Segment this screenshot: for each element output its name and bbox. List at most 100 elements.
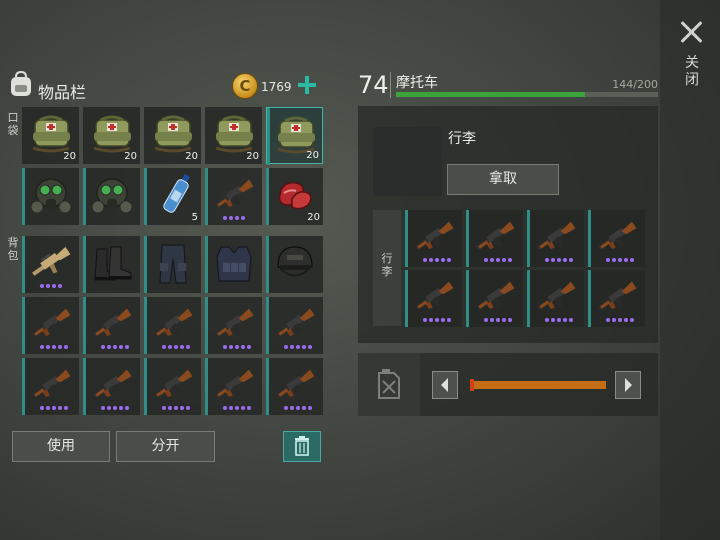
rarity-dots — [162, 345, 196, 350]
rarity-dot — [606, 318, 610, 322]
rarity-dot — [490, 318, 494, 322]
backpack-slot[interactable] — [83, 358, 140, 415]
rarity-dots — [101, 345, 135, 350]
backpack-slot[interactable] — [205, 236, 262, 293]
rarity-dot — [229, 216, 233, 220]
item-quantity: 20 — [307, 212, 320, 223]
rarity-dot — [545, 318, 549, 322]
luggage-slot[interactable] — [527, 210, 584, 267]
take-button[interactable]: 拿取 — [447, 164, 559, 195]
rarity-dot — [606, 258, 610, 262]
rarity-dot — [284, 406, 288, 410]
rarity-dot — [618, 258, 622, 262]
rarity-dot — [441, 318, 445, 322]
pocket-slot[interactable]: 20 — [205, 107, 262, 164]
rarity-dot — [508, 318, 512, 322]
rarity-dot — [235, 216, 239, 220]
rarity-dot — [223, 216, 227, 220]
add-coins-button[interactable] — [296, 74, 318, 96]
slot-rarity-bar — [22, 358, 25, 415]
rarity-dot — [235, 406, 239, 410]
pocket-slot[interactable]: 5 — [144, 168, 201, 225]
pocket-slot[interactable]: 20 — [83, 107, 140, 164]
rarity-dots — [223, 406, 257, 411]
luggage-title: 行李 — [448, 131, 476, 147]
trash-button[interactable] — [283, 431, 321, 462]
pocket-slot[interactable] — [205, 168, 262, 225]
slot-rarity-bar — [527, 270, 530, 327]
luggage-slot[interactable] — [588, 210, 645, 267]
split-button[interactable]: 分开 — [116, 431, 215, 462]
backpack-slot[interactable] — [22, 236, 79, 293]
rarity-dots — [40, 345, 74, 350]
pocket-slot[interactable]: 20 — [266, 168, 323, 225]
rarity-dot — [630, 258, 634, 262]
rarity-dot — [40, 406, 44, 410]
luggage-slot[interactable] — [466, 210, 523, 267]
vehicle-thumbnail — [373, 127, 442, 196]
rarity-dot — [496, 318, 500, 322]
backpack-slot[interactable] — [205, 297, 262, 354]
rarity-dots — [162, 406, 196, 411]
rarity-dot — [484, 258, 488, 262]
luggage-slot[interactable] — [466, 270, 523, 327]
luggage-slot[interactable] — [405, 270, 462, 327]
slot-rarity-bar — [205, 168, 208, 225]
backpack-label: 背包 — [7, 236, 19, 262]
slot-rarity-bar — [466, 270, 469, 327]
backpack-slot[interactable] — [83, 236, 140, 293]
rarity-dots — [484, 318, 518, 323]
rarity-dot — [101, 406, 105, 410]
fuel-decrease-button[interactable] — [432, 371, 458, 399]
backpack-slot[interactable] — [22, 358, 79, 415]
slot-rarity-bar — [22, 236, 25, 293]
rarity-dot — [508, 258, 512, 262]
fuel-increase-button[interactable] — [615, 371, 641, 399]
item-quantity: 20 — [185, 151, 198, 162]
rarity-dot — [247, 406, 251, 410]
backpack-slot[interactable] — [144, 297, 201, 354]
close-label[interactable]: 关闭 — [683, 55, 701, 89]
slot-rarity-bar — [527, 210, 530, 267]
rarity-dots — [545, 318, 579, 323]
jerrycan-icon — [378, 369, 400, 399]
backpack-slot[interactable] — [266, 358, 323, 415]
fuel-bar-handle[interactable] — [470, 379, 474, 391]
luggage-slot[interactable] — [527, 270, 584, 327]
pocket-slot[interactable]: 20 — [144, 107, 201, 164]
rarity-dot — [618, 318, 622, 322]
close-icon[interactable] — [678, 18, 706, 46]
pocket-slot[interactable]: 20 — [266, 107, 323, 165]
backpack-slot[interactable] — [205, 358, 262, 415]
rarity-dot — [168, 406, 172, 410]
rarity-dot — [563, 318, 567, 322]
rarity-dot — [290, 406, 294, 410]
slot-rarity-bar — [588, 210, 591, 267]
rarity-dot — [563, 258, 567, 262]
rarity-dot — [551, 318, 555, 322]
backpack-slot[interactable] — [144, 236, 201, 293]
pocket-slot[interactable] — [22, 168, 79, 225]
use-button[interactable]: 使用 — [12, 431, 110, 462]
fuel-bar[interactable] — [470, 381, 606, 389]
rarity-dot — [40, 284, 44, 288]
pocket-slot[interactable] — [83, 168, 140, 225]
rarity-dot — [496, 258, 500, 262]
rarity-dot — [612, 318, 616, 322]
luggage-slot[interactable] — [588, 270, 645, 327]
slot-rarity-bar — [205, 236, 208, 293]
backpack-slot[interactable] — [22, 297, 79, 354]
rarity-dot — [46, 406, 50, 410]
backpack-slot[interactable] — [83, 297, 140, 354]
rarity-dot — [223, 406, 227, 410]
slot-rarity-bar — [144, 168, 147, 225]
luggage-slot[interactable] — [405, 210, 462, 267]
rarity-dot — [630, 318, 634, 322]
backpack-slot[interactable] — [266, 297, 323, 354]
item-quantity: 5 — [191, 212, 198, 223]
backpack-slot[interactable] — [266, 236, 323, 293]
backpack-slot[interactable] — [144, 358, 201, 415]
pocket-slot[interactable]: 20 — [22, 107, 79, 164]
slot-rarity-bar — [466, 210, 469, 267]
slot-rarity-bar — [405, 270, 408, 327]
